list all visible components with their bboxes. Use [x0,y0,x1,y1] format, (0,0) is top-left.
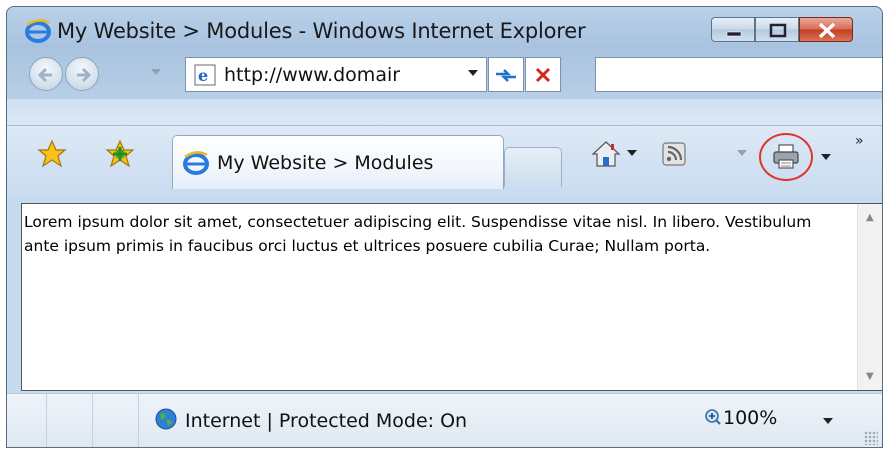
window-title: My Website > Modules - Windows Internet … [57,19,586,43]
scroll-up-arrow-icon[interactable]: ▲ [866,212,874,223]
zoom-icon[interactable] [704,408,722,426]
home-icon[interactable] [591,139,621,169]
page-icon: e [194,64,216,85]
status-segment [7,394,47,447]
title-bar[interactable]: My Website > Modules - Windows Internet … [7,7,882,51]
add-favorites-icon[interactable] [105,139,135,169]
page-body-text: Lorem ipsum dolor sit amet, consectetuer… [24,213,812,255]
refresh-icon [496,68,516,82]
tab-label: My Website > Modules [217,151,434,174]
toolbar-background [7,99,882,127]
recent-pages-dropdown[interactable] [151,69,161,75]
close-button[interactable] [799,17,853,42]
scroll-down-arrow-icon[interactable]: ▼ [866,371,874,382]
home-dropdown[interactable] [627,150,637,156]
status-segment [93,394,139,447]
globe-icon [155,408,177,430]
tab-my-website-modules[interactable]: My Website > Modules [172,135,504,189]
zoom-level[interactable]: 100% [723,407,777,429]
back-button[interactable] [29,57,63,91]
forward-arrow-icon [77,67,92,83]
new-tab-button[interactable] [504,147,562,187]
close-icon [818,22,836,39]
feeds-icon[interactable] [659,139,689,169]
page-content: Lorem ipsum dolor sit amet, consectetuer… [21,203,882,391]
navigation-bar: e http://www.domair [7,51,882,99]
svg-text:e: e [198,66,208,85]
status-bar: Internet | Protected Mode: On 100% [7,393,882,447]
ie-logo-icon [25,19,51,43]
back-arrow-icon [37,67,52,83]
ie-logo-icon [183,150,209,175]
search-input[interactable] [595,57,882,92]
minimize-button[interactable] [711,17,755,42]
resize-grip-icon[interactable] [864,431,878,445]
forward-button[interactable] [65,57,99,91]
vertical-scrollbar[interactable]: ▲ ▼ [857,204,882,390]
toolbar-overflow-chevron[interactable]: » [855,133,864,149]
zoom-dropdown[interactable] [823,418,833,424]
security-zone-text[interactable]: Internet | Protected Mode: On [185,410,467,432]
browser-window: My Website > Modules - Windows Internet … [6,6,883,448]
print-dropdown[interactable] [821,154,831,160]
refresh-button[interactable] [488,57,524,92]
address-url[interactable]: http://www.domair [224,64,454,86]
status-segment [47,394,93,447]
feeds-dropdown[interactable] [737,150,747,156]
maximize-icon [769,23,787,38]
address-bar[interactable]: e http://www.domair [185,57,487,92]
stop-button[interactable] [525,57,561,92]
maximize-button[interactable] [755,17,799,42]
stop-icon [535,67,551,82]
address-dropdown[interactable] [468,70,478,76]
favorites-star-icon[interactable] [37,139,67,169]
minimize-icon [726,31,742,37]
print-highlight-circle [759,133,813,181]
